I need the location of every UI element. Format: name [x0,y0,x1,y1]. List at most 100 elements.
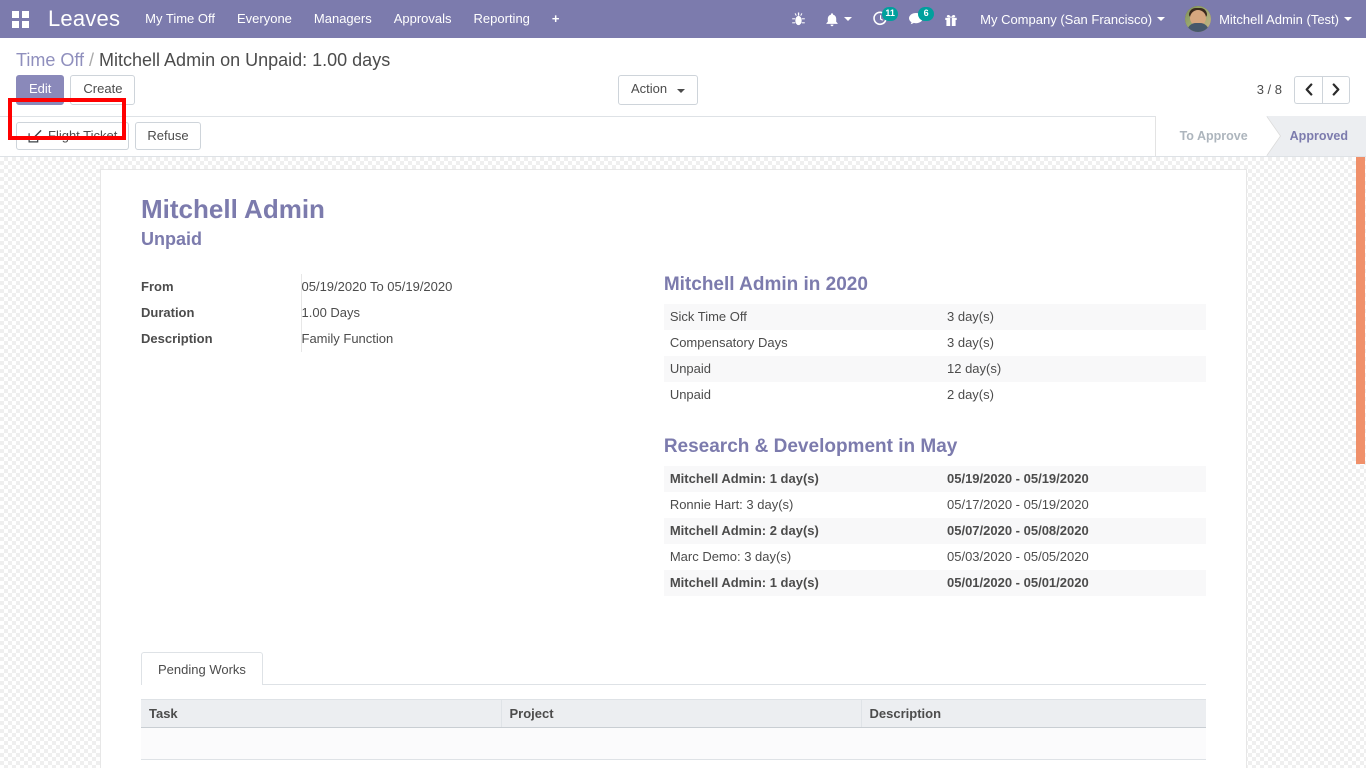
apps-grid-icon[interactable] [0,0,40,38]
table-header-row: Task Project Description [141,699,1206,729]
menu-item-everyone[interactable]: Everyone [226,0,303,38]
table-row-empty[interactable] [141,727,1206,761]
gift-icon[interactable] [934,0,968,38]
stat-name: Unpaid [669,387,712,403]
stat-name: Sick Time Off [669,309,747,325]
user-menu[interactable]: Mitchell Admin (Test) [1173,6,1356,32]
action-dropdown-button[interactable]: Action [618,75,698,105]
company-name: My Company (San Francisco) [980,11,1153,27]
control-panel-buttons: Edit Create Action 3 / 8 [16,75,1350,116]
flight-ticket-button[interactable]: Flight Ticket [16,122,130,151]
table-row: Unpaid 2 day(s) [664,382,1206,408]
user-name: Mitchell Admin (Test) [1219,11,1339,27]
table-row: Marc Demo: 3 day(s) 05/03/2020 - 05/05/2… [664,544,1206,570]
page-title: Mitchell Admin on Unpaid: 1.00 days [99,50,391,70]
column-header-project[interactable]: Project [500,699,861,729]
pager: 3 / 8 [1256,75,1350,104]
status-badge: Approved [1289,129,1348,144]
form-right-column: Mitchell Admin in 2020 Sick Time Off 3 d… [663,274,1206,624]
field-value-from[interactable]: 05/19/2020 To 05/19/2020 [300,274,664,301]
form-left-column: From 05/19/2020 To 05/19/2020 Duration 1… [141,274,664,624]
record-title: Mitchell Admin [141,193,325,224]
leave-name: Ronnie Hart: 3 day(s) [669,497,794,513]
column-header-description[interactable]: Description [860,699,1206,729]
pager-count: 3 / 8 [1256,82,1282,98]
leave-dates: 05/17/2020 - 05/19/2020 [947,497,1089,513]
year-stats-title: Mitchell Admin in 2020 [663,274,868,296]
chevron-right-icon[interactable] [1322,75,1350,104]
status-step-label: To Approve [1179,129,1248,144]
status-steps: To Approve Approved [1154,116,1366,157]
top-navbar: Leaves My Time Off Everyone Managers App… [0,0,1366,38]
messages-icon[interactable]: 6 [898,0,935,38]
control-panel: Time Off / Mitchell Admin on Unpaid: 1.0… [0,38,1366,117]
menu-item-managers[interactable]: Managers [303,0,383,38]
tab-pending-works[interactable]: Pending Works [141,652,263,686]
table-row: Compensatory Days 3 day(s) [664,330,1206,356]
dept-stats-title: Research & Development in May [663,436,958,458]
year-stats-table: Sick Time Off 3 day(s) Compensatory Days… [663,304,1206,408]
field-value-duration[interactable]: 1.00 Days [300,300,664,327]
leave-dates: 05/03/2020 - 05/05/2020 [947,549,1089,565]
field-label-duration: Duration [141,305,195,321]
notebook-tabs: Pending Works [141,652,1206,686]
form-statusbar: Flight Ticket Refuse To Approve Approved [0,97,1366,157]
activity-count-badge: 11 [882,7,899,21]
breadcrumb-time-off[interactable]: Time Off [16,50,84,71]
table-row: Unpaid 12 day(s) [663,356,1206,383]
chevron-down-icon [1157,17,1166,21]
stat-name: Unpaid [669,361,712,377]
bug-icon[interactable] [782,0,815,38]
field-row-from: From 05/19/2020 To 05/19/2020 [141,274,664,301]
menu-item-approvals[interactable]: Approvals [383,0,463,38]
stat-value: 2 day(s) [947,387,994,403]
table-row: Ronnie Hart: 3 day(s) 05/17/2020 - 05/19… [664,492,1206,518]
table-row: Mitchell Admin: 1 day(s) 05/01/2020 - 05… [663,570,1206,597]
refuse-button[interactable]: Refuse [135,122,201,151]
column-header-task[interactable]: Task [141,699,501,729]
flight-ticket-label: Flight Ticket [48,128,118,144]
menu-item-reporting[interactable]: Reporting [463,0,541,38]
leave-dates: 05/07/2020 - 05/08/2020 [947,523,1089,539]
activity-clock-icon[interactable]: 11 [862,0,899,38]
breadcrumb: Time Off / Mitchell Admin on Unpaid: 1.0… [16,38,1350,75]
leave-dates: 05/01/2020 - 05/01/2020 [947,575,1089,591]
leave-name: Marc Demo: 3 day(s) [669,549,792,565]
breadcrumb-separator: / [89,50,95,70]
vertical-scrollbar[interactable] [1356,156,1366,768]
pencil-square-icon [28,129,42,143]
app-brand-leaves[interactable]: Leaves [40,6,134,32]
record-subtitle: Unpaid [141,229,202,250]
menu-item-add[interactable]: + [541,0,571,38]
main-menu: My Time Off Everyone Managers Approvals … [134,0,570,38]
action-dropdown-wrap: Action [618,75,698,105]
stat-value: 3 day(s) [947,309,994,325]
leave-name: Mitchell Admin: 1 day(s) [669,575,819,591]
form-sheet: Mitchell Admin Unpaid From 05/19/2020 To… [100,168,1247,768]
scrollbar-thumb[interactable] [1356,156,1365,464]
company-selector[interactable]: My Company (San Francisco) [968,12,1173,27]
pending-works-table: Task Project Description [141,699,1206,761]
chevron-down-icon [676,89,685,93]
avatar [1185,6,1212,32]
field-label-description: Description [141,331,213,347]
leave-name: Mitchell Admin: 1 day(s) [669,471,819,487]
table-row: Mitchell Admin: 1 day(s) 05/19/2020 - 05… [663,466,1206,493]
chevron-left-icon[interactable] [1294,75,1322,104]
edit-button[interactable]: Edit [16,75,65,105]
stat-value: 12 day(s) [947,361,1002,377]
stat-value: 3 day(s) [947,335,994,351]
menu-item-my-time-off[interactable]: My Time Off [134,0,226,38]
status-step-to-approve[interactable]: To Approve [1155,116,1281,157]
table-row: Sick Time Off 3 day(s) [663,304,1206,331]
field-row-description: Description Family Function [141,326,664,353]
create-button[interactable]: Create [70,75,136,105]
bell-icon[interactable] [815,0,862,38]
messages-count-badge: 6 [918,7,935,21]
status-step-approved[interactable]: Approved [1265,116,1366,157]
notebook: Pending Works Task Project Description [141,652,1206,761]
field-value-description[interactable]: Family Function [300,326,664,353]
content-area: Mitchell Admin Unpaid From 05/19/2020 To… [0,156,1366,768]
chevron-down-icon [844,17,853,21]
field-label-from: From [141,279,174,295]
